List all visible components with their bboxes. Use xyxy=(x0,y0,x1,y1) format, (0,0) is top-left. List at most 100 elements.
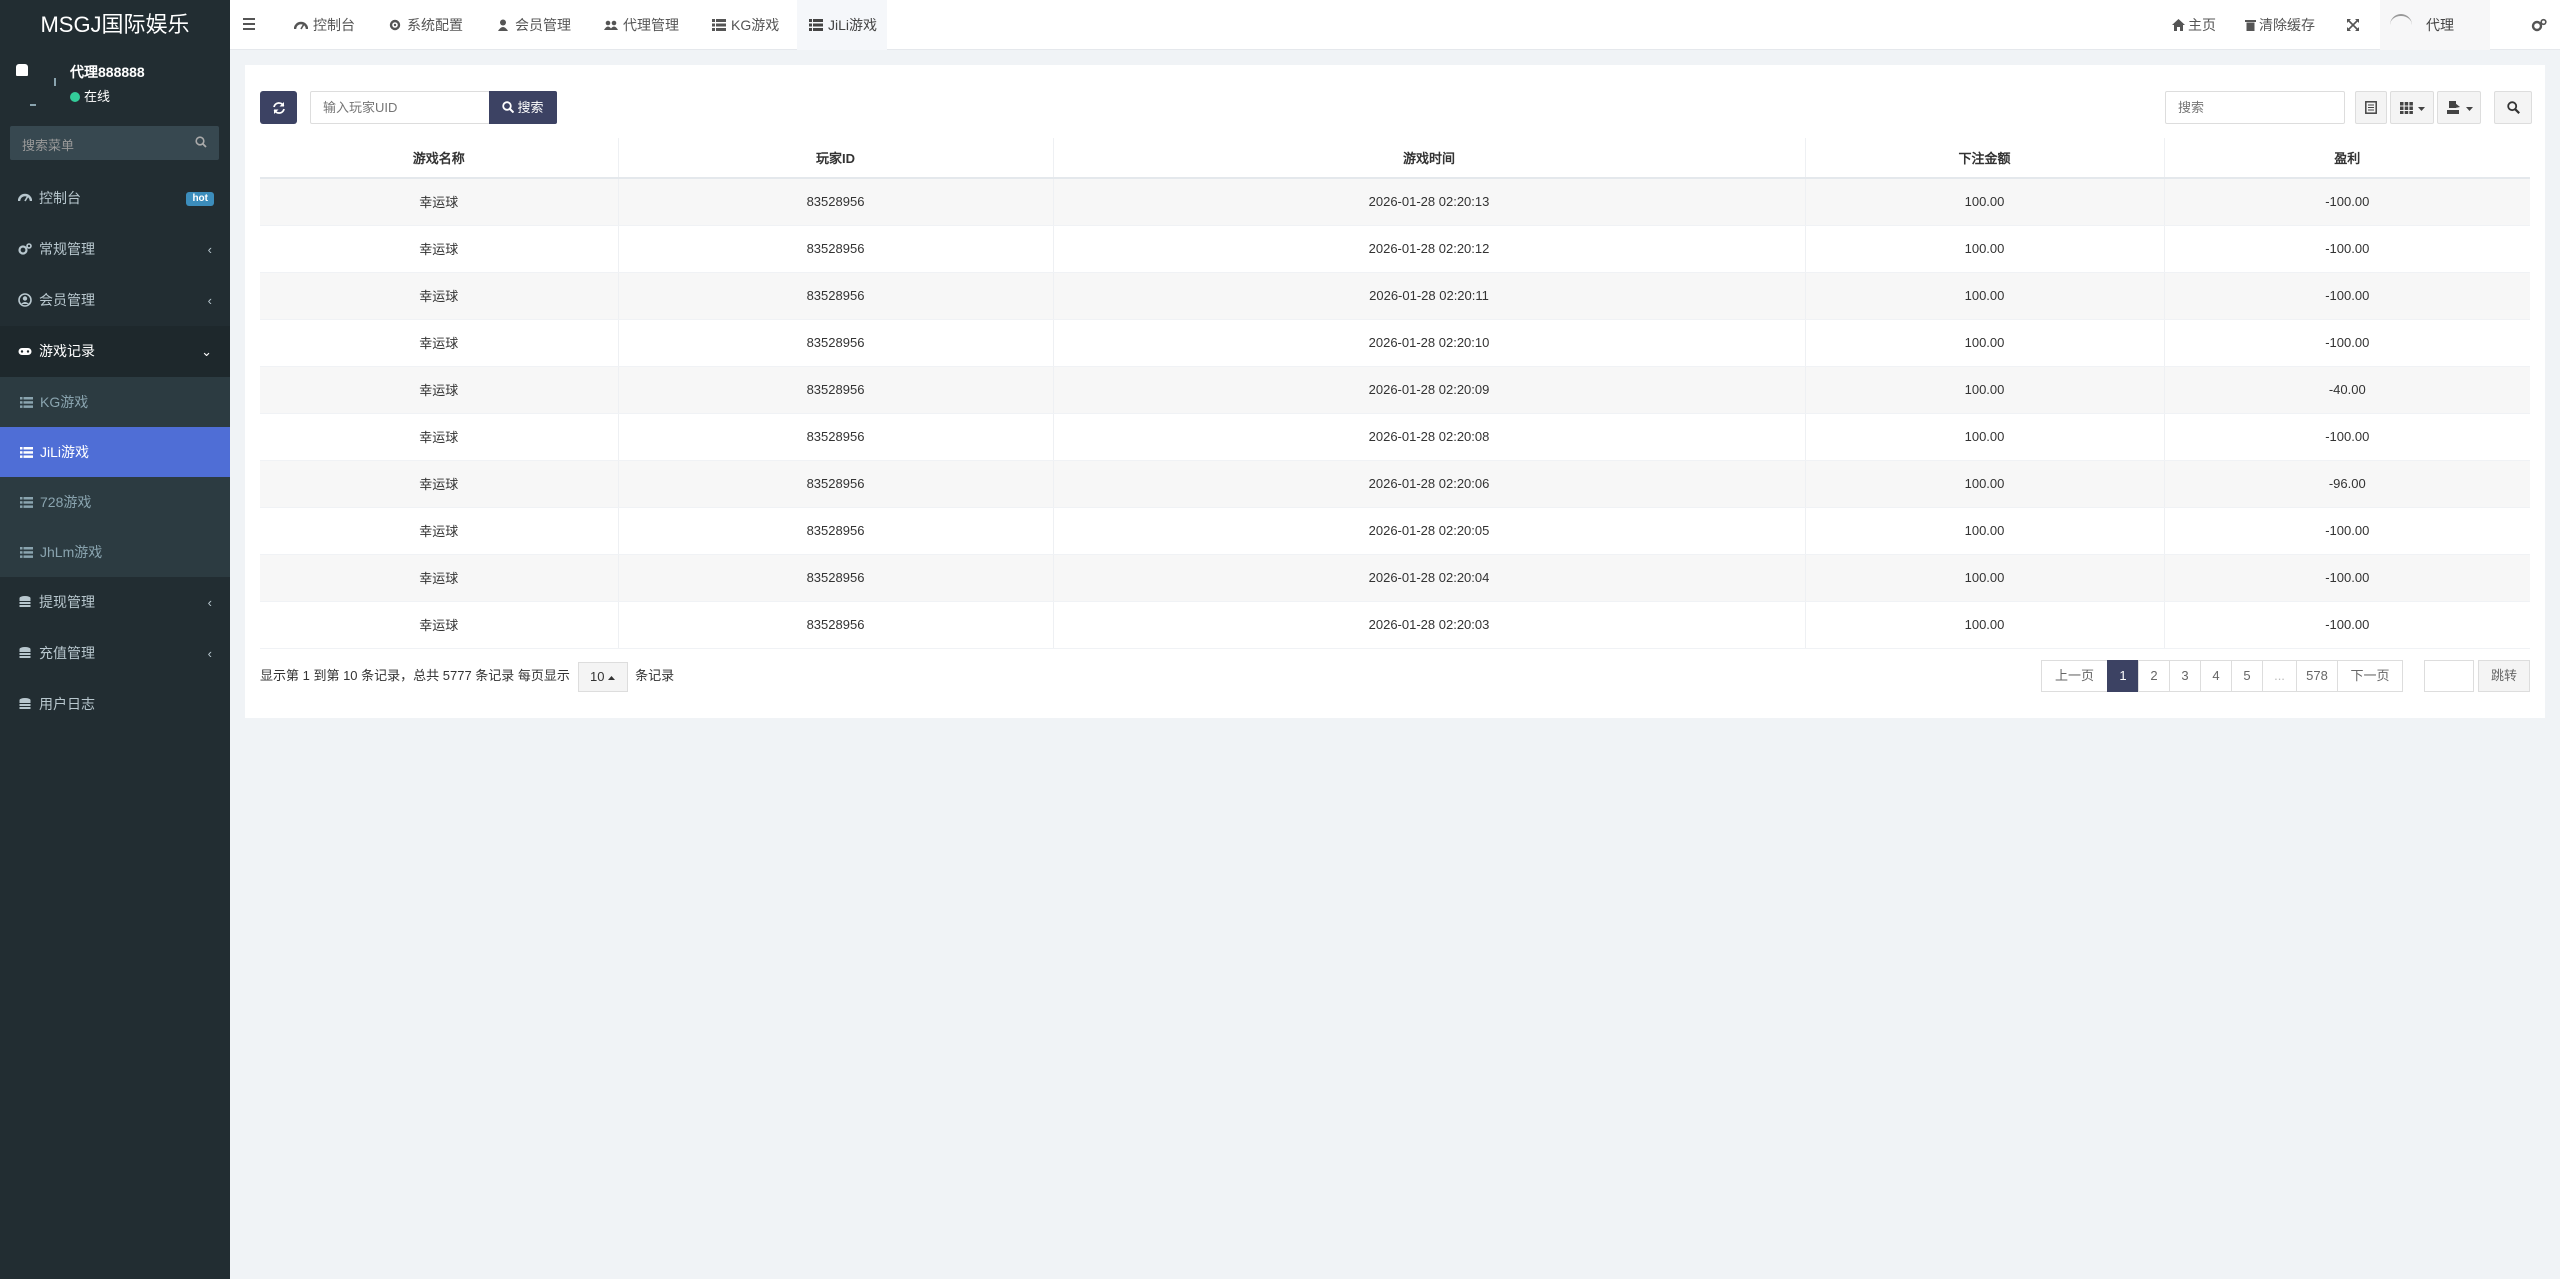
menu-search-placeholder: 搜索菜单 xyxy=(22,138,75,153)
sidebar-item-label: 提现管理 xyxy=(39,594,95,610)
list-icon xyxy=(809,19,823,31)
sidebar-item-dashboard[interactable]: 控制台 hot xyxy=(0,173,230,224)
search-icon[interactable] xyxy=(195,136,207,148)
table-header-row: 游戏名称 玩家ID 游戏时间 下注金额 盈利 xyxy=(260,138,2530,179)
sidebar-item-kg-games[interactable]: KG游戏 xyxy=(0,377,230,427)
tab-label: 会员管理 xyxy=(515,17,571,33)
fullscreen-icon[interactable] xyxy=(2347,19,2359,31)
sidebar-item-withdrawals[interactable]: 提现管理 ‹ xyxy=(0,577,230,628)
sidebar-item-jhlm-games[interactable]: JhLm游戏 xyxy=(0,527,230,577)
page-1-button[interactable]: 1 xyxy=(2107,660,2139,692)
next-page-button[interactable]: 下一页 xyxy=(2337,660,2403,692)
menu-search-input[interactable]: 搜索菜单 xyxy=(10,126,219,160)
cogs-icon xyxy=(18,243,32,255)
home-label: 主页 xyxy=(2188,17,2216,33)
cell-player-id: 83528956 xyxy=(618,366,1054,414)
jump-page-input[interactable] xyxy=(2424,660,2474,692)
column-header-player-id[interactable]: 玩家ID xyxy=(618,138,1054,179)
cell-game-time: 2026-01-28 02:20:03 xyxy=(1053,601,1806,649)
table-row[interactable]: 幸运球 83528956 2026-01-28 02:20:09 100.00 … xyxy=(260,366,2530,414)
cell-profit: -100.00 xyxy=(2164,413,2530,461)
table-row[interactable]: 幸运球 83528956 2026-01-28 02:20:08 100.00 … xyxy=(260,413,2530,461)
cell-bet-amount: 100.00 xyxy=(1805,366,2165,414)
sidebar-item-label: 控制台 xyxy=(39,190,81,206)
page-578-button[interactable]: 578 xyxy=(2296,660,2338,692)
chevron-down-icon: ⌄ xyxy=(201,344,212,359)
cell-game-name: 幸运球 xyxy=(260,366,619,414)
tab-kg-games[interactable]: KG游戏 xyxy=(708,0,783,50)
sidebar-item-general[interactable]: 常规管理 ‹ xyxy=(0,224,230,275)
user-circle-icon xyxy=(18,293,32,307)
user-menu[interactable]: 代理888888 xyxy=(2380,0,2490,83)
caret-down-icon xyxy=(2418,107,2425,111)
users-icon xyxy=(604,20,618,30)
sidebar: MSGJ国际娱乐 代理888888 在线 搜索菜单 控制台 hot 常规管理 ‹… xyxy=(0,0,230,1279)
tab-label: 系统配置 xyxy=(407,17,463,33)
chevron-left-icon: ‹ xyxy=(207,646,212,661)
tab-system-config[interactable]: 系统配置 xyxy=(384,0,467,50)
cell-bet-amount: 100.00 xyxy=(1805,413,2165,461)
player-uid-input[interactable] xyxy=(310,91,490,124)
list-icon xyxy=(20,497,33,508)
home-icon xyxy=(2172,19,2185,31)
user-status: 在线 xyxy=(70,86,110,105)
tab-agent-management[interactable]: 代理管理 xyxy=(600,0,683,50)
column-header-game-time[interactable]: 游戏时间 xyxy=(1053,138,1806,179)
table-row[interactable]: 幸运球 83528956 2026-01-28 02:20:03 100.00 … xyxy=(260,601,2530,649)
user-avatar xyxy=(14,62,56,108)
column-header-profit[interactable]: 盈利 xyxy=(2164,138,2530,179)
sidebar-item-deposits[interactable]: 充值管理 ‹ xyxy=(0,628,230,679)
page-4-button[interactable]: 4 xyxy=(2200,660,2232,692)
sidebar-item-user-logs[interactable]: 用户日志 xyxy=(0,679,230,730)
cell-game-name: 幸运球 xyxy=(260,272,619,320)
list-icon xyxy=(20,397,33,408)
gamepad-icon xyxy=(18,348,32,355)
prev-page-button[interactable]: 上一页 xyxy=(2041,660,2108,692)
export-icon xyxy=(2447,101,2460,114)
columns-dropdown-button[interactable] xyxy=(2390,91,2434,124)
home-link[interactable]: 主页 xyxy=(2172,0,2216,50)
page-5-button[interactable]: 5 xyxy=(2231,660,2263,692)
search-button[interactable]: 搜索 xyxy=(489,91,557,124)
tab-label: JiLi游戏 xyxy=(828,17,878,33)
cell-bet-amount: 100.00 xyxy=(1805,460,2165,508)
tab-label: 控制台 xyxy=(313,17,355,33)
sidebar-item-members[interactable]: 会员管理 ‹ xyxy=(0,275,230,326)
column-header-game-name[interactable]: 游戏名称 xyxy=(260,138,619,179)
clear-cache-button[interactable]: 清除缓存 xyxy=(2245,0,2315,50)
export-dropdown-button[interactable] xyxy=(2437,91,2481,124)
page-3-button[interactable]: 3 xyxy=(2169,660,2201,692)
sidebar-item-label: 充值管理 xyxy=(39,645,95,661)
cell-player-id: 83528956 xyxy=(618,178,1054,226)
jump-button[interactable]: 跳转 xyxy=(2478,660,2530,692)
page-2-button[interactable]: 2 xyxy=(2138,660,2170,692)
menu-toggle-icon[interactable] xyxy=(242,15,258,33)
advanced-search-button[interactable] xyxy=(2494,91,2532,124)
user-icon xyxy=(498,19,508,31)
table-row[interactable]: 幸运球 83528956 2026-01-28 02:20:04 100.00 … xyxy=(260,554,2530,602)
table-row[interactable]: 幸运球 83528956 2026-01-28 02:20:13 100.00 … xyxy=(260,178,2530,226)
table-row[interactable]: 幸运球 83528956 2026-01-28 02:20:11 100.00 … xyxy=(260,272,2530,320)
tab-dashboard[interactable]: 控制台 xyxy=(290,0,359,50)
toggle-view-button[interactable] xyxy=(2355,91,2387,124)
sidebar-item-728-games[interactable]: 728游戏 xyxy=(0,477,230,527)
tab-jili-games[interactable]: JiLi游戏 xyxy=(797,0,887,50)
sidebar-item-game-records[interactable]: 游戏记录 ⌄ xyxy=(0,326,230,377)
sidebar-subitem-label: KG游戏 xyxy=(40,394,89,410)
cell-player-id: 83528956 xyxy=(618,460,1054,508)
cell-bet-amount: 100.00 xyxy=(1805,178,2165,226)
table-search-input[interactable] xyxy=(2165,91,2345,124)
table-row[interactable]: 幸运球 83528956 2026-01-28 02:20:06 100.00 … xyxy=(260,460,2530,508)
list-icon xyxy=(20,447,33,458)
gear-icon xyxy=(389,19,401,31)
tab-member-management[interactable]: 会员管理 xyxy=(492,0,575,50)
sidebar-item-jili-games[interactable]: JiLi游戏 xyxy=(0,427,230,477)
page-size-dropdown[interactable]: 10 xyxy=(577,661,628,692)
table-row[interactable]: 幸运球 83528956 2026-01-28 02:20:05 100.00 … xyxy=(260,507,2530,555)
table-row[interactable]: 幸运球 83528956 2026-01-28 02:20:12 100.00 … xyxy=(260,225,2530,273)
refresh-button[interactable] xyxy=(260,91,297,124)
table-row[interactable]: 幸运球 83528956 2026-01-28 02:20:10 100.00 … xyxy=(260,319,2530,367)
brand-logo[interactable]: MSGJ国际娱乐 xyxy=(0,0,230,50)
cogs-icon[interactable] xyxy=(2531,18,2547,32)
column-header-bet-amount[interactable]: 下注金额 xyxy=(1805,138,2165,179)
